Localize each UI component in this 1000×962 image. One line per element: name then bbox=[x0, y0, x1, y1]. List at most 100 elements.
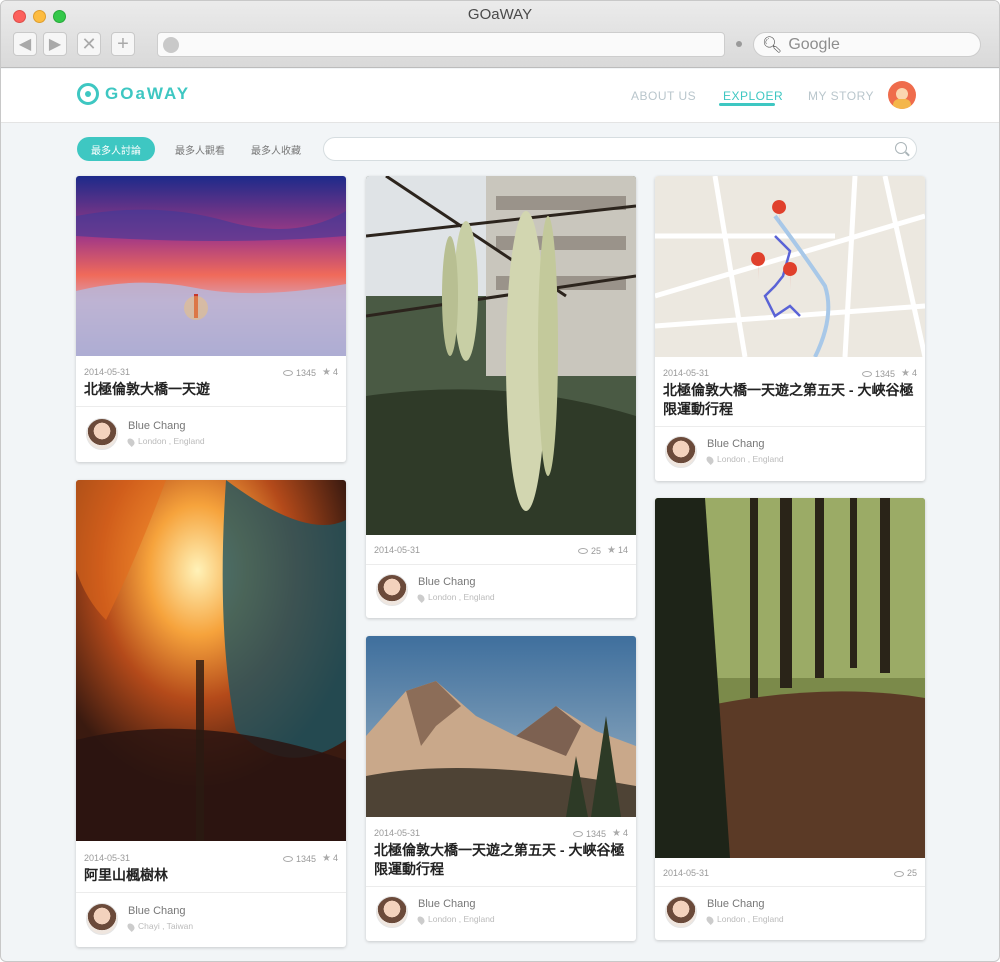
post-image-forest-path[interactable] bbox=[655, 498, 925, 858]
card-divider bbox=[76, 406, 346, 407]
author-location: Chayi , Taiwan bbox=[126, 921, 194, 932]
logo-text: GOaWAY bbox=[105, 84, 191, 103]
star-count: 4 bbox=[911, 368, 917, 378]
back-arrow-icon[interactable]: ◀ bbox=[13, 32, 37, 56]
author-name[interactable]: Blue Chang bbox=[128, 420, 186, 432]
view-count: 1345 bbox=[295, 853, 317, 864]
address-bar[interactable] bbox=[157, 32, 725, 57]
post-card[interactable]: 2014-05-31 1345 ★ 4 北極倫敦大橋一天遊之第五天 - 大峽谷極限運… bbox=[655, 176, 925, 481]
post-title[interactable]: 北極倫敦大橋一天遊 bbox=[84, 380, 338, 399]
author-name[interactable]: Blue Chang bbox=[707, 438, 765, 450]
author-avatar[interactable] bbox=[86, 418, 118, 450]
nav-about-us[interactable]: ABOUT US bbox=[631, 89, 696, 103]
browser-search-placeholder: Google bbox=[788, 35, 840, 53]
search-icon: 🔍︎ bbox=[762, 36, 783, 54]
logo-icon bbox=[77, 83, 99, 105]
post-search-input[interactable] bbox=[323, 137, 917, 161]
post-image-mountain[interactable] bbox=[366, 636, 636, 817]
eye-icon bbox=[282, 370, 293, 377]
card-divider bbox=[655, 426, 925, 427]
eye-icon bbox=[282, 856, 293, 863]
star-count: 4 bbox=[332, 853, 338, 863]
location-text: London , England bbox=[717, 914, 784, 924]
author-avatar[interactable] bbox=[665, 896, 697, 928]
author-avatar[interactable] bbox=[376, 896, 408, 928]
window-title: GOaWAY bbox=[467, 6, 533, 23]
author-avatar[interactable] bbox=[86, 903, 118, 935]
browser-search-field[interactable]: 🔍︎ Google bbox=[753, 32, 981, 57]
view-count: 1345 bbox=[585, 828, 607, 839]
filter-most-discussed[interactable]: 最多人討論 bbox=[77, 137, 155, 161]
post-image-route-map[interactable] bbox=[655, 176, 925, 357]
toolbar-dot-icon bbox=[736, 41, 742, 47]
filter-most-saved[interactable]: 最多人收藏 bbox=[241, 137, 311, 161]
location-pin-icon bbox=[126, 436, 136, 447]
author-location: London , England bbox=[416, 914, 495, 925]
post-date: 2014-05-31 bbox=[663, 868, 710, 878]
view-count: 25 bbox=[906, 868, 917, 878]
author-avatar[interactable] bbox=[376, 574, 408, 606]
author-name[interactable]: Blue Chang bbox=[707, 898, 765, 910]
star-count: 14 bbox=[617, 545, 628, 555]
post-card[interactable]: 2014-05-31 1345 ★ 4 北極倫敦大橋一天遊 Blue Chang L… bbox=[76, 176, 346, 462]
location-text: London , England bbox=[717, 454, 784, 464]
star-icon: ★ bbox=[607, 545, 616, 556]
eye-icon bbox=[578, 548, 588, 555]
view-count: 1345 bbox=[874, 368, 896, 379]
nav-explorer[interactable]: EXPLOER bbox=[723, 89, 783, 103]
author-name[interactable]: Blue Chang bbox=[418, 576, 476, 588]
location-pin-icon bbox=[416, 592, 426, 603]
globe-icon bbox=[163, 37, 179, 53]
post-title[interactable]: 北極倫敦大橋一天遊之第五天 - 大峽谷極限運動行程 bbox=[663, 381, 917, 419]
author-location: London , England bbox=[705, 454, 784, 465]
author-name[interactable]: Blue Chang bbox=[128, 905, 186, 917]
post-date: 2014-05-31 bbox=[374, 545, 421, 555]
author-location: London , England bbox=[416, 592, 495, 603]
post-author[interactable]: Blue Chang Chayi , Taiwan bbox=[86, 903, 336, 937]
browser-toolbar: GOaWAY ◀ ▶ ✕ + 🔍︎ Google bbox=[1, 1, 999, 68]
post-card[interactable]: 2014-05-31 25 ★ 14 Blue Chang London , Eng… bbox=[366, 176, 636, 618]
post-author[interactable]: Blue Chang London , England bbox=[665, 436, 915, 470]
search-icon bbox=[895, 142, 907, 154]
card-divider bbox=[366, 886, 636, 887]
star-icon: ★ bbox=[612, 828, 621, 839]
site-logo[interactable]: GOaWAY bbox=[77, 83, 190, 105]
post-date: 2014-05-31 bbox=[84, 367, 131, 377]
star-icon: ★ bbox=[322, 853, 331, 864]
location-text: Chayi , Taiwan bbox=[138, 921, 194, 931]
eye-icon bbox=[893, 870, 904, 877]
author-avatar[interactable] bbox=[665, 436, 697, 468]
post-card[interactable]: 2014-05-31 25 Blue Chang London , Englan… bbox=[655, 498, 925, 940]
new-tab-plus-icon[interactable]: + bbox=[111, 32, 135, 56]
post-card[interactable]: 2014-05-31 1345 ★ 4 北極倫敦大橋一天遊之第五天 - 大峽谷極限運… bbox=[366, 636, 636, 941]
forward-arrow-icon[interactable]: ▶ bbox=[43, 32, 67, 56]
post-card[interactable]: 2014-05-31 1345 ★ 4 阿里山楓樹林 Blue Chang Chay… bbox=[76, 480, 346, 947]
post-image-sunset-bridge[interactable] bbox=[76, 176, 346, 356]
user-avatar[interactable] bbox=[888, 81, 916, 109]
location-text: London , England bbox=[428, 592, 495, 602]
location-pin-icon bbox=[416, 914, 426, 925]
location-pin-icon bbox=[126, 921, 136, 932]
author-location: London , England bbox=[705, 914, 784, 925]
post-author[interactable]: Blue Chang London , England bbox=[86, 418, 336, 452]
nav-my-story[interactable]: MY STORY bbox=[808, 89, 874, 103]
post-image-autumn-forest[interactable] bbox=[76, 480, 346, 841]
card-divider bbox=[366, 564, 636, 565]
post-title[interactable]: 北極倫敦大橋一天遊之第五天 - 大峽谷極限運動行程 bbox=[374, 841, 628, 879]
post-title[interactable]: 阿里山楓樹林 bbox=[84, 866, 338, 885]
post-author[interactable]: Blue Chang London , England bbox=[376, 896, 626, 930]
eye-icon bbox=[861, 371, 872, 378]
card-divider bbox=[655, 886, 925, 887]
post-image-catkins[interactable] bbox=[366, 176, 636, 535]
card-divider bbox=[76, 892, 346, 893]
filter-most-viewed[interactable]: 最多人觀看 bbox=[161, 137, 239, 161]
view-count: 25 bbox=[591, 545, 602, 556]
browser-window: GOaWAY ◀ ▶ ✕ + 🔍︎ Google GOaWAY ABOUT US… bbox=[0, 0, 1000, 962]
stop-icon[interactable]: ✕ bbox=[77, 32, 101, 56]
post-author[interactable]: Blue Chang London , England bbox=[665, 896, 915, 930]
post-author[interactable]: Blue Chang London , England bbox=[376, 574, 626, 608]
author-name[interactable]: Blue Chang bbox=[418, 898, 476, 910]
eye-icon bbox=[572, 831, 583, 838]
nav-active-underline bbox=[719, 103, 775, 106]
star-icon: ★ bbox=[322, 367, 331, 378]
